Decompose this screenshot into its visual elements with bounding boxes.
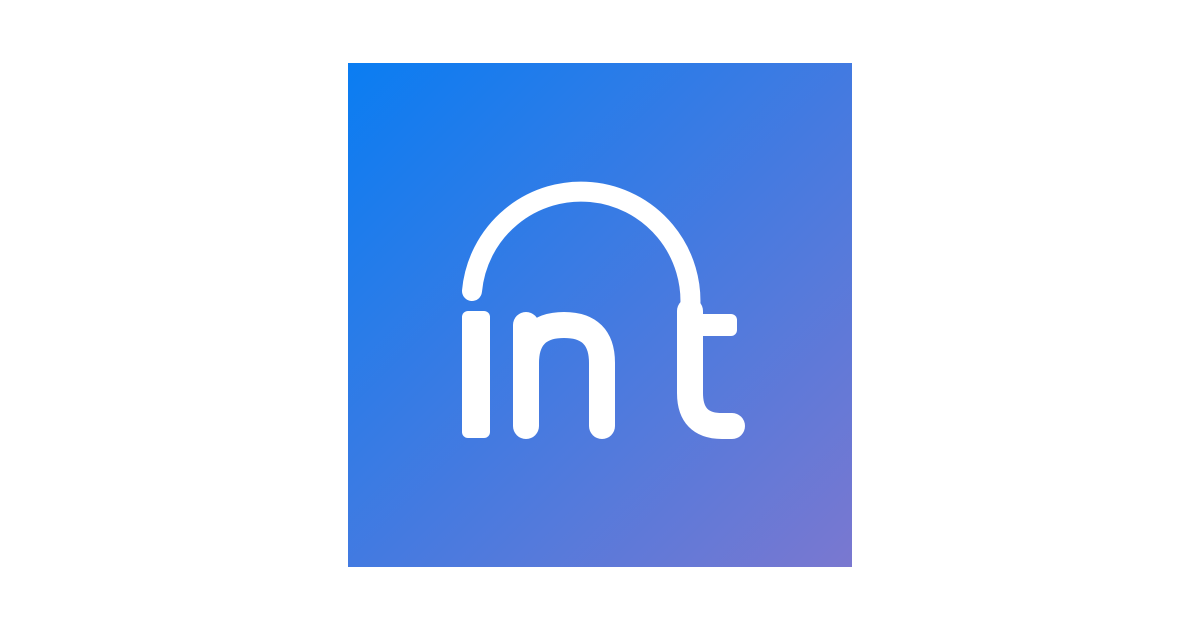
logo-letter-t-crossbar bbox=[677, 314, 737, 336]
page-canvas: int bbox=[0, 0, 1200, 630]
logo-letter-i bbox=[462, 311, 490, 438]
int-wordmark-icon: int bbox=[348, 63, 852, 567]
logo-background bbox=[348, 63, 852, 567]
app-logo-tile: int bbox=[348, 63, 852, 567]
